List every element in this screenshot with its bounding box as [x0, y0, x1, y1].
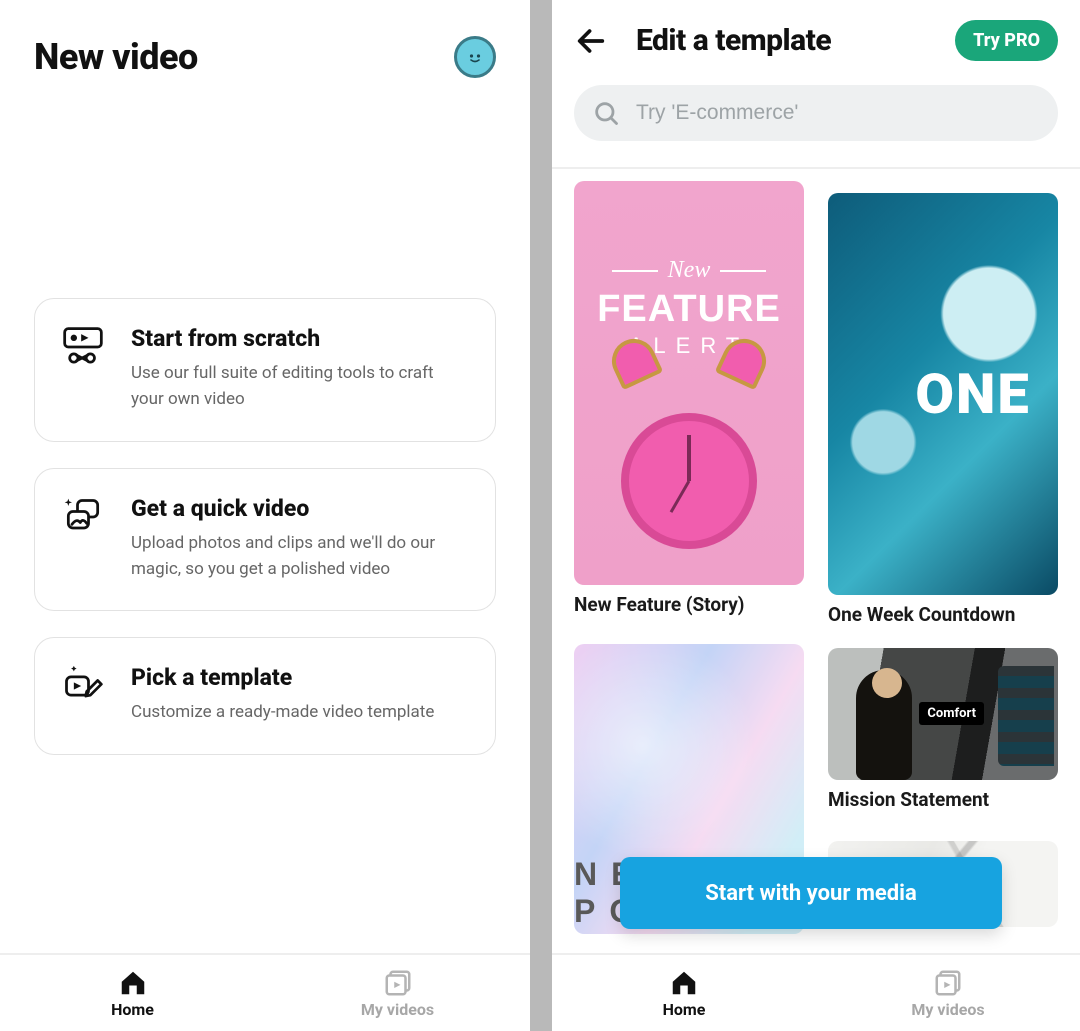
nav-my-videos[interactable]: My videos [816, 955, 1080, 1031]
thumb-overlay-big: ONE [915, 361, 1030, 427]
right-header: Edit a template Try PRO [552, 0, 1080, 75]
template-countdown[interactable]: ONE One Week Countdown [828, 181, 1058, 626]
left-header: New video [0, 0, 530, 88]
new-video-pane: New video Start from sc [0, 0, 530, 1031]
option-desc: Customize a ready-made video template [131, 699, 434, 725]
my-videos-icon [383, 968, 413, 998]
nav-my-videos[interactable]: My videos [265, 955, 530, 1031]
option-text: Start from scratch Use our full suite of… [131, 325, 469, 413]
home-icon [118, 968, 148, 998]
pane-divider [530, 0, 552, 1031]
option-pick-template[interactable]: Pick a template Customize a ready-made v… [34, 637, 496, 754]
template-label: Mission Statement [828, 788, 1058, 811]
option-quick-video[interactable]: Get a quick video Upload photos and clip… [34, 468, 496, 612]
option-title: Pick a template [131, 664, 434, 691]
alarm-clock-icon [621, 413, 757, 549]
template-label: One Week Countdown [828, 603, 1058, 626]
dashboard-icon [998, 666, 1054, 766]
scissors-video-icon [61, 325, 105, 365]
person-icon [856, 670, 912, 780]
option-text: Get a quick video Upload photos and clip… [131, 495, 469, 583]
template-thumb: New FEATURE ALERT [574, 181, 804, 585]
page-title: Edit a template [636, 23, 927, 58]
thumb-overlay-top: New [612, 257, 767, 284]
back-button[interactable] [574, 24, 608, 58]
option-title: Start from scratch [131, 325, 469, 352]
option-text: Pick a template Customize a ready-made v… [131, 664, 434, 725]
thumb-overlay-badge: Comfort [919, 702, 984, 725]
search-icon [592, 99, 620, 127]
template-label: New Feature (Story) [574, 593, 804, 616]
option-start-from-scratch[interactable]: Start from scratch Use our full suite of… [34, 298, 496, 442]
search-container [552, 75, 1080, 161]
sparkle-photos-icon [61, 495, 105, 535]
template-thumb: Comfort [828, 648, 1058, 780]
nav-home[interactable]: Home [552, 955, 816, 1031]
creation-options: Start from scratch Use our full suite of… [0, 298, 530, 755]
start-with-media-button[interactable]: Start with your media [620, 857, 1002, 929]
arrow-left-icon [574, 24, 608, 58]
template-new-feature[interactable]: New FEATURE ALERT New Feature (Story) [574, 181, 804, 626]
search-field[interactable] [574, 85, 1058, 141]
avatar-face-icon [463, 45, 487, 69]
edit-template-pane: Edit a template Try PRO New FEATURE ALER… [552, 0, 1080, 1031]
home-icon [669, 968, 699, 998]
nav-home-label: Home [663, 1000, 706, 1019]
option-desc: Upload photos and clips and we'll do our… [131, 530, 469, 583]
nav-home-label: Home [111, 1000, 154, 1019]
bottom-nav-right: Home My videos [552, 953, 1080, 1031]
page-title: New video [34, 36, 198, 78]
option-title: Get a quick video [131, 495, 469, 522]
bottom-nav-left: Home My videos [0, 953, 530, 1031]
option-desc: Use our full suite of editing tools to c… [131, 360, 469, 413]
nav-home[interactable]: Home [0, 955, 265, 1031]
thumb-overlay-mid: FEATURE [597, 288, 781, 331]
nav-my-videos-label: My videos [361, 1000, 434, 1019]
nav-my-videos-label: My videos [911, 1000, 984, 1019]
search-input[interactable] [636, 101, 1040, 125]
avatar[interactable] [454, 36, 496, 78]
my-videos-icon [933, 968, 963, 998]
template-edit-icon [61, 664, 105, 704]
template-thumb: ONE [828, 193, 1058, 595]
try-pro-button[interactable]: Try PRO [955, 20, 1058, 61]
